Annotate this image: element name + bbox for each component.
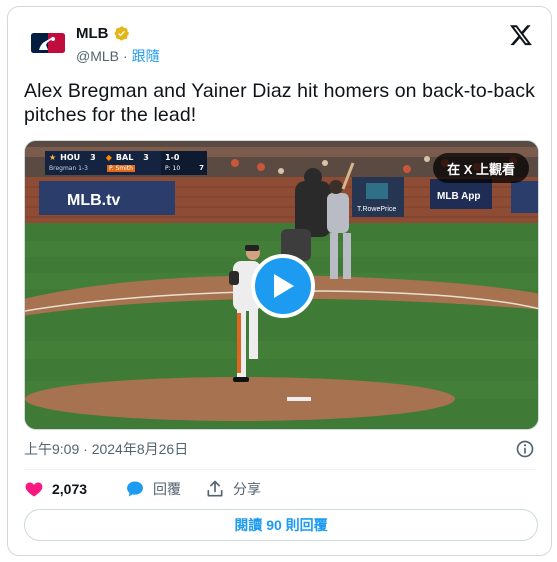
play-icon <box>274 274 294 298</box>
video-player[interactable]: MLB.tv T.RowePrice MLB App ★ HOU 3 ◆ BAL… <box>24 140 539 430</box>
x-logo-icon[interactable] <box>509 23 533 47</box>
read-replies-button[interactable]: 閱讀 90 則回覆 <box>24 509 538 541</box>
pitcher-line: P. Smith <box>107 165 135 172</box>
divider <box>24 469 535 470</box>
mlb-logo-icon <box>31 33 65 53</box>
tweet-card: MLB @MLB · 跟隨 Alex Bregman and Yainer Di… <box>7 6 552 556</box>
score-bug: ★ HOU 3 ◆ BAL 3 Bregman 1-3 P. Smith 1-0… <box>45 151 215 175</box>
wall-ad-troweprice: T.RowePrice <box>357 206 396 213</box>
avatar[interactable] <box>28 23 68 63</box>
timestamp[interactable]: 上午9:09 · 2024年8月26日 <box>24 439 188 459</box>
tweet-text: Alex Bregman and Yainer Diaz hit homers … <box>24 80 535 126</box>
share-icon <box>207 480 223 497</box>
like-count: 2,073 <box>52 481 88 497</box>
away-team: HOU <box>60 153 81 162</box>
pitch-count: P: 10 <box>165 165 181 172</box>
verified-badge-icon <box>114 26 129 40</box>
like-button[interactable]: 2,073 <box>24 479 87 499</box>
share-label: 分享 <box>233 481 262 497</box>
tweet-actions: 2,073 回覆 分享 <box>24 477 285 501</box>
wall-ad-mlbapp: MLB App <box>437 191 481 202</box>
inning: 7 <box>199 164 204 172</box>
count: 1-0 <box>165 153 180 162</box>
view-on-x-button[interactable]: 在 X 上觀看 <box>433 153 529 183</box>
batter-line: Bregman 1-3 <box>49 165 88 172</box>
reply-bubble-icon <box>127 481 143 497</box>
reply-button[interactable]: 回覆 <box>125 479 181 499</box>
away-score: 3 <box>90 153 96 162</box>
tweet-meta: 上午9:09 · 2024年8月26日 <box>24 439 535 459</box>
reply-label: 回覆 <box>153 481 182 497</box>
heart-icon <box>25 482 43 497</box>
info-icon[interactable] <box>515 439 535 459</box>
tweet-header: MLB @MLB · 跟隨 <box>28 21 535 65</box>
display-name[interactable]: MLB <box>76 25 109 42</box>
home-team: BAL <box>115 153 134 162</box>
wall-ad-mlbtv: MLB.tv <box>67 192 120 209</box>
play-button[interactable] <box>251 254 315 318</box>
home-score: 3 <box>143 153 149 162</box>
author-names: MLB @MLB · 跟隨 <box>76 23 160 66</box>
author-handle[interactable]: @MLB <box>76 48 119 64</box>
separator: · <box>123 48 128 64</box>
share-button[interactable]: 分享 <box>205 479 261 499</box>
follow-button[interactable]: 跟隨 <box>132 46 160 66</box>
